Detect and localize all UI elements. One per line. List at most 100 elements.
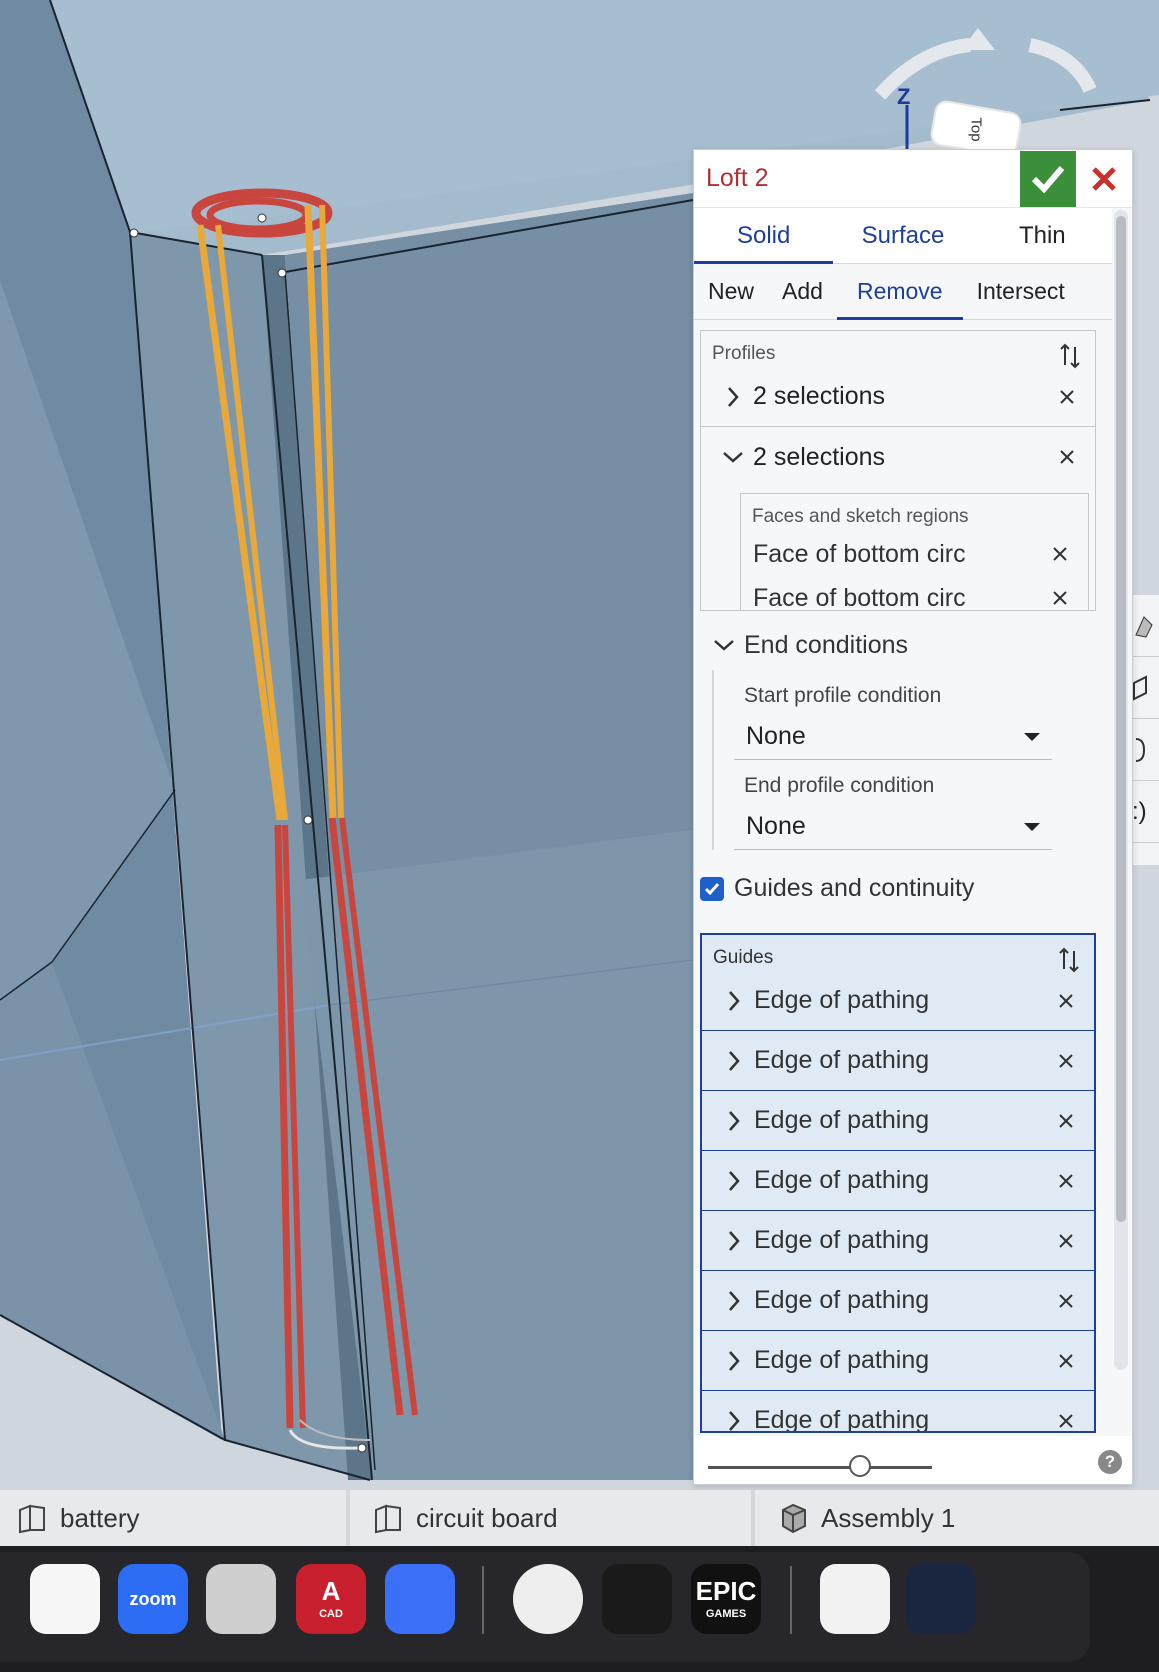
guide-label: Edge of pathing (754, 1046, 930, 1074)
doc-tab-label: circuit board (416, 1502, 558, 1533)
tab-solid[interactable]: Solid (694, 208, 834, 264)
op-intersect[interactable]: Intersect (963, 264, 1079, 319)
face-item[interactable]: Face of bottom circ (741, 576, 1088, 611)
guide-label: Edge of pathing (754, 1106, 930, 1134)
trash-icon[interactable] (1000, 1564, 1070, 1634)
chevron-right-icon[interactable] (714, 1170, 754, 1192)
iphone-mirroring-app-icon[interactable] (206, 1564, 276, 1634)
onshape-night-app-icon[interactable] (602, 1564, 672, 1634)
chevron-right-icon[interactable] (713, 386, 753, 408)
chevron-right-icon[interactable] (714, 1050, 754, 1072)
news-app-icon[interactable] (30, 1564, 100, 1634)
guide-label: Edge of pathing (754, 1286, 930, 1314)
krita-app-icon[interactable] (513, 1564, 583, 1634)
face-label: Face of bottom circ (753, 583, 966, 611)
dock-separator (482, 1566, 484, 1634)
remove-icon[interactable] (1046, 1353, 1086, 1369)
remove-icon[interactable] (1040, 590, 1080, 606)
guide-item[interactable]: Edge of pathing (702, 1091, 1094, 1151)
op-remove[interactable]: Remove (836, 264, 963, 320)
help-icon[interactable]: ? (1098, 1450, 1122, 1474)
cancel-button[interactable] (1076, 150, 1132, 207)
dock-separator (790, 1566, 792, 1634)
dock-app-label: zoom (129, 1589, 177, 1609)
end-conditions-header[interactable]: End conditions (694, 620, 1114, 670)
remove-icon[interactable] (1046, 993, 1086, 1009)
loft-feature-dialog: Loft 2 Solid Surface Thin New Add Remove… (693, 149, 1133, 1485)
tab-surface[interactable]: Surface (833, 208, 972, 263)
remove-icon[interactable] (1047, 449, 1087, 465)
preview-slider-thumb[interactable] (849, 1455, 872, 1477)
guide-item[interactable]: Edge of pathing (702, 1211, 1094, 1271)
guides-label: Guides (713, 947, 774, 968)
face-item[interactable]: Face of bottom circ (741, 532, 1088, 576)
firefox-window-thumbnail[interactable] (906, 1564, 976, 1634)
guide-item[interactable]: Edge of pathing (702, 1151, 1094, 1211)
profiles-field[interactable]: Profiles 2 selections 2 selections Faces… (700, 330, 1096, 611)
guide-label: Edge of pathing (754, 986, 930, 1014)
end-profile-condition-value: None (746, 812, 806, 840)
start-profile-condition-label: Start profile condition (744, 684, 942, 707)
guides-and-continuity-row[interactable]: Guides and continuity (700, 874, 974, 903)
remove-icon[interactable] (1046, 1173, 1086, 1189)
remove-icon[interactable] (1046, 1053, 1086, 1069)
epic-games-app-icon[interactable]: EPIC GAMES (691, 1564, 761, 1634)
op-new[interactable]: New (694, 264, 768, 319)
chevron-down-icon (704, 638, 744, 652)
faces-field[interactable]: Faces and sketch regions Face of bottom … (740, 493, 1089, 611)
document-file-icon[interactable] (820, 1564, 890, 1634)
guides-checkbox[interactable] (700, 876, 724, 901)
scrollbar-thumb[interactable] (1116, 216, 1126, 1222)
roblox-app-icon[interactable] (385, 1564, 455, 1634)
op-add[interactable]: Add (768, 264, 837, 319)
zoom-app-icon[interactable]: zoom (118, 1564, 188, 1634)
guide-item[interactable]: Edge of pathing (702, 1031, 1094, 1091)
dialog-scrollbar[interactable] (1114, 210, 1128, 1370)
close-icon (1092, 166, 1116, 191)
chevron-right-icon[interactable] (714, 1230, 754, 1252)
chevron-right-icon[interactable] (714, 1410, 754, 1432)
end-conditions-section: End conditions Start profile condition N… (694, 620, 1114, 850)
autocad-app-icon[interactable]: A CAD (296, 1564, 366, 1634)
doc-tab-assembly-1[interactable]: Assembly 1 (755, 1490, 1159, 1546)
guide-item[interactable]: Edge of pathing (702, 1331, 1094, 1391)
part-studio-icon (375, 1504, 401, 1534)
guide-list: Edge of pathing Edge of pathing Edge of pa… (702, 971, 1094, 1433)
end-profile-condition-select[interactable]: None (734, 804, 1052, 850)
doc-tab-label: battery (60, 1502, 140, 1533)
guide-label: Edge of pathing (754, 1346, 930, 1374)
guide-item[interactable]: Edge of pathing (702, 1271, 1094, 1331)
reorder-icon[interactable] (1058, 947, 1080, 973)
view-cube-z-axis: Z (897, 84, 911, 109)
doc-tab-battery[interactable]: battery (0, 1490, 350, 1546)
remove-icon[interactable] (1047, 389, 1087, 405)
part-studio-icon (19, 1504, 45, 1534)
chevron-right-icon[interactable] (714, 1110, 754, 1132)
tab-thin[interactable]: Thin (973, 208, 1112, 263)
guide-item[interactable]: Edge of pathing (702, 971, 1094, 1031)
chevron-right-icon[interactable] (714, 1290, 754, 1312)
doc-tab-circuit-board[interactable]: circuit board (350, 1490, 755, 1546)
guide-item[interactable]: Edge of pathing (702, 1391, 1094, 1433)
dock-app-label: A (321, 1576, 341, 1606)
macos-dock: zoom A CAD EPIC GAMES (0, 1552, 1090, 1662)
remove-icon[interactable] (1040, 546, 1080, 562)
chevron-right-icon[interactable] (714, 1350, 754, 1372)
accept-button[interactable] (1020, 150, 1076, 207)
profile-selection-row[interactable]: 2 selections (701, 367, 1095, 427)
remove-icon[interactable] (1046, 1293, 1086, 1309)
remove-icon[interactable] (1046, 1113, 1086, 1129)
guides-field[interactable]: Guides Edge of pathing Edge of pathing Edg… (700, 933, 1096, 1433)
doc-tab-label: Assembly 1 (821, 1502, 956, 1533)
chevron-right-icon[interactable] (714, 990, 754, 1012)
face-label: Face of bottom circ (753, 539, 966, 568)
guide-label: Edge of pathing (754, 1406, 930, 1433)
chevron-down-icon[interactable] (713, 450, 753, 464)
preview-slider-track[interactable] (708, 1466, 932, 1469)
profile-selection-row[interactable]: 2 selections (701, 427, 1095, 487)
dock-app-sublabel: CAD (319, 1608, 343, 1620)
reorder-icon[interactable] (1059, 343, 1081, 369)
start-profile-condition-select[interactable]: None (734, 714, 1052, 760)
remove-icon[interactable] (1046, 1413, 1086, 1429)
remove-icon[interactable] (1046, 1233, 1086, 1249)
